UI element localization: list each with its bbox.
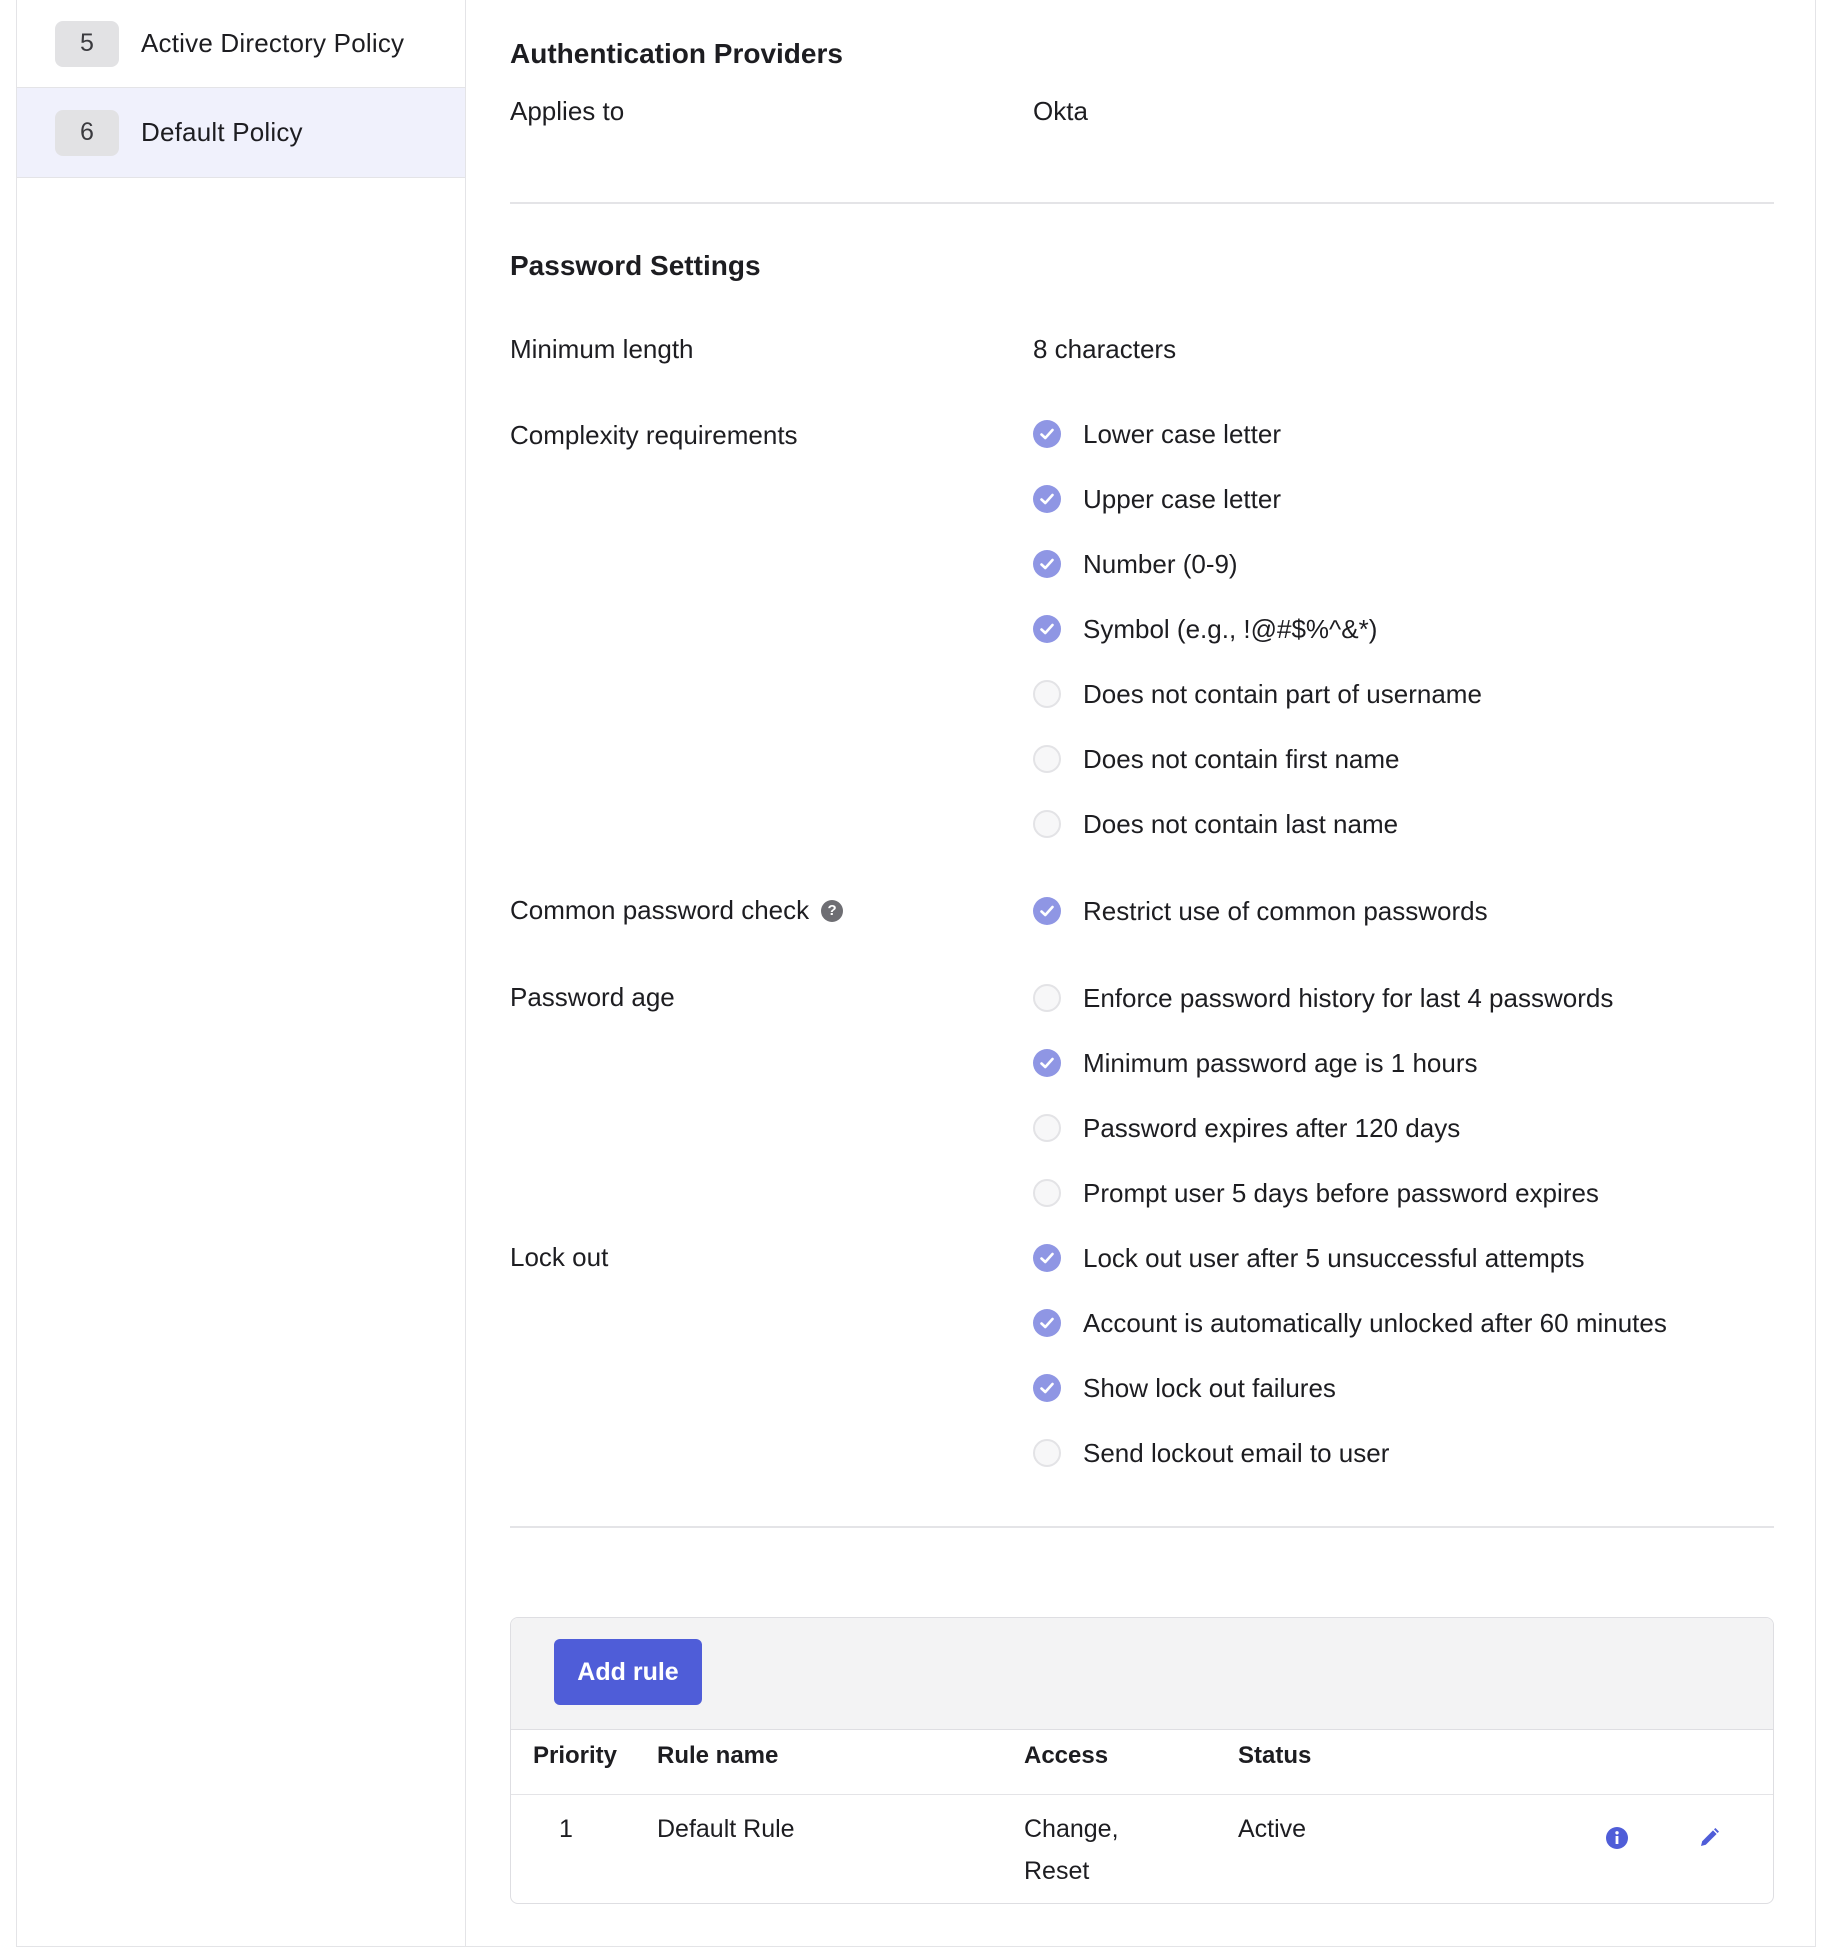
sidebar-item-label: Default Policy (141, 117, 303, 147)
checkbox-unchecked[interactable] (1033, 745, 1061, 773)
common-password-label: Common password check ? (510, 895, 844, 926)
checkbox-unchecked[interactable] (1033, 1114, 1061, 1142)
checkbox-label: Does not contain last name (1083, 808, 1399, 839)
rule-access-line: Change, (1024, 1815, 1119, 1843)
priority-badge: 5 (55, 20, 119, 67)
checkbox-row: Prompt user 5 days before password expir… (1033, 1173, 1599, 1213)
check-icon (1040, 1252, 1054, 1264)
rule-access-line: Reset (1024, 1857, 1090, 1885)
rule-access: Change, Reset (1024, 1808, 1119, 1892)
checkbox-label: Prompt user 5 days before password expir… (1083, 1177, 1599, 1208)
checkbox-checked[interactable] (1033, 897, 1061, 925)
checkbox-checked[interactable] (1033, 615, 1061, 643)
auth-providers-heading: Authentication Providers (510, 38, 843, 69)
sidebar-item-default-policy[interactable]: 6 Default Policy (17, 88, 465, 178)
add-rule-button[interactable]: Add rule (554, 1639, 702, 1705)
rule-priority: 1 (559, 1815, 573, 1843)
complexity-label: Complexity requirements (510, 420, 798, 450)
applies-to-label: Applies to (510, 96, 625, 126)
policy-panel: 5 Active Directory Policy 6 Default Poli… (16, 0, 1816, 1947)
checkbox-label: Password expires after 120 days (1083, 1112, 1461, 1143)
sidebar-item-active-directory-policy[interactable]: 5 Active Directory Policy (17, 0, 465, 88)
check-icon (1040, 1057, 1054, 1069)
checkbox-row: Number (0-9) (1033, 544, 1238, 584)
password-settings-heading: Password Settings (510, 250, 761, 281)
checkbox-checked[interactable] (1033, 1374, 1061, 1402)
checkbox-label: Does not contain first name (1083, 743, 1400, 774)
checkbox-checked[interactable] (1033, 420, 1061, 448)
checkbox-row: Lower case letter (1033, 414, 1281, 454)
checkbox-row: Send lockout email to user (1033, 1433, 1389, 1473)
checkbox-row: Symbol (e.g., !@#$%^&*) (1033, 609, 1377, 649)
table-header-divider (511, 1794, 1773, 1795)
checkbox-row: Minimum password age is 1 hours (1033, 1043, 1478, 1083)
checkbox-row: Password expires after 120 days (1033, 1108, 1460, 1148)
check-icon (1040, 493, 1054, 505)
column-header-rule-name: Rule name (657, 1742, 779, 1769)
rules-table: Add rule Priority Rule name Access Statu… (510, 1617, 1774, 1904)
checkbox-row: Does not contain last name (1033, 804, 1398, 844)
priority-badge: 6 (55, 109, 119, 156)
rules-toolbar: Add rule (511, 1618, 1773, 1730)
checkbox-checked[interactable] (1033, 1049, 1061, 1077)
checkbox-label: Lock out user after 5 unsuccessful attem… (1083, 1242, 1585, 1273)
checkbox-row: Enforce password history for last 4 pass… (1033, 978, 1613, 1018)
column-header-access: Access (1024, 1742, 1109, 1769)
checkbox-unchecked[interactable] (1033, 984, 1061, 1012)
check-icon (1040, 905, 1054, 917)
checkbox-label: Restrict use of common passwords (1083, 895, 1488, 926)
info-icon[interactable] (1603, 1824, 1631, 1852)
checkbox-label: Send lockout email to user (1083, 1437, 1390, 1468)
min-length-label: Minimum length (510, 334, 694, 364)
checkbox-checked[interactable] (1033, 485, 1061, 513)
checkbox-label: Minimum password age is 1 hours (1083, 1047, 1478, 1078)
checkbox-row: Does not contain first name (1033, 739, 1400, 779)
sidebar-item-label: Active Directory Policy (141, 28, 405, 58)
checkbox-unchecked[interactable] (1033, 810, 1061, 838)
column-header-priority: Priority (533, 1742, 618, 1769)
check-icon (1040, 428, 1054, 440)
applies-to-value: Okta (1033, 96, 1088, 126)
pencil-icon[interactable] (1695, 1824, 1723, 1852)
checkbox-row: Show lock out failures (1033, 1368, 1336, 1408)
help-icon[interactable]: ? (821, 899, 844, 922)
checkbox-label: Enforce password history for last 4 pass… (1083, 982, 1614, 1013)
rule-name: Default Rule (657, 1815, 795, 1843)
checkbox-unchecked[interactable] (1033, 1439, 1061, 1467)
checkbox-row: Upper case letter (1033, 479, 1281, 519)
check-icon (1040, 1317, 1054, 1329)
check-icon (1040, 558, 1054, 570)
check-icon (1040, 1382, 1054, 1394)
checkbox-label: Lower case letter (1083, 418, 1281, 449)
checkbox-checked[interactable] (1033, 550, 1061, 578)
checkbox-unchecked[interactable] (1033, 680, 1061, 708)
rule-status: Active (1238, 1815, 1307, 1843)
check-icon (1040, 623, 1054, 635)
lockout-label: Lock out (510, 1242, 609, 1272)
min-length-value: 8 characters (1033, 334, 1177, 364)
checkbox-label: Account is automatically unlocked after … (1083, 1307, 1667, 1338)
common-password-label-text: Common password check (510, 895, 810, 925)
checkbox-label: Symbol (e.g., !@#$%^&*) (1083, 613, 1378, 644)
checkbox-row: Does not contain part of username (1033, 674, 1482, 714)
checkbox-checked[interactable] (1033, 1309, 1061, 1337)
password-age-label: Password age (510, 982, 675, 1012)
policy-sidebar: 5 Active Directory Policy 6 Default Poli… (17, 0, 466, 1946)
checkbox-unchecked[interactable] (1033, 1179, 1061, 1207)
section-divider (510, 202, 1774, 204)
checkbox-label: Number (0-9) (1083, 548, 1238, 579)
section-divider (510, 1526, 1774, 1528)
checkbox-row: Restrict use of common passwords (1033, 891, 1488, 931)
checkbox-checked[interactable] (1033, 1244, 1061, 1272)
checkbox-label: Does not contain part of username (1083, 678, 1482, 709)
checkbox-label: Upper case letter (1083, 483, 1281, 514)
column-header-status: Status (1238, 1742, 1312, 1769)
checkbox-label: Show lock out failures (1083, 1372, 1336, 1403)
checkbox-row: Lock out user after 5 unsuccessful attem… (1033, 1238, 1584, 1278)
checkbox-row: Account is automatically unlocked after … (1033, 1303, 1667, 1343)
